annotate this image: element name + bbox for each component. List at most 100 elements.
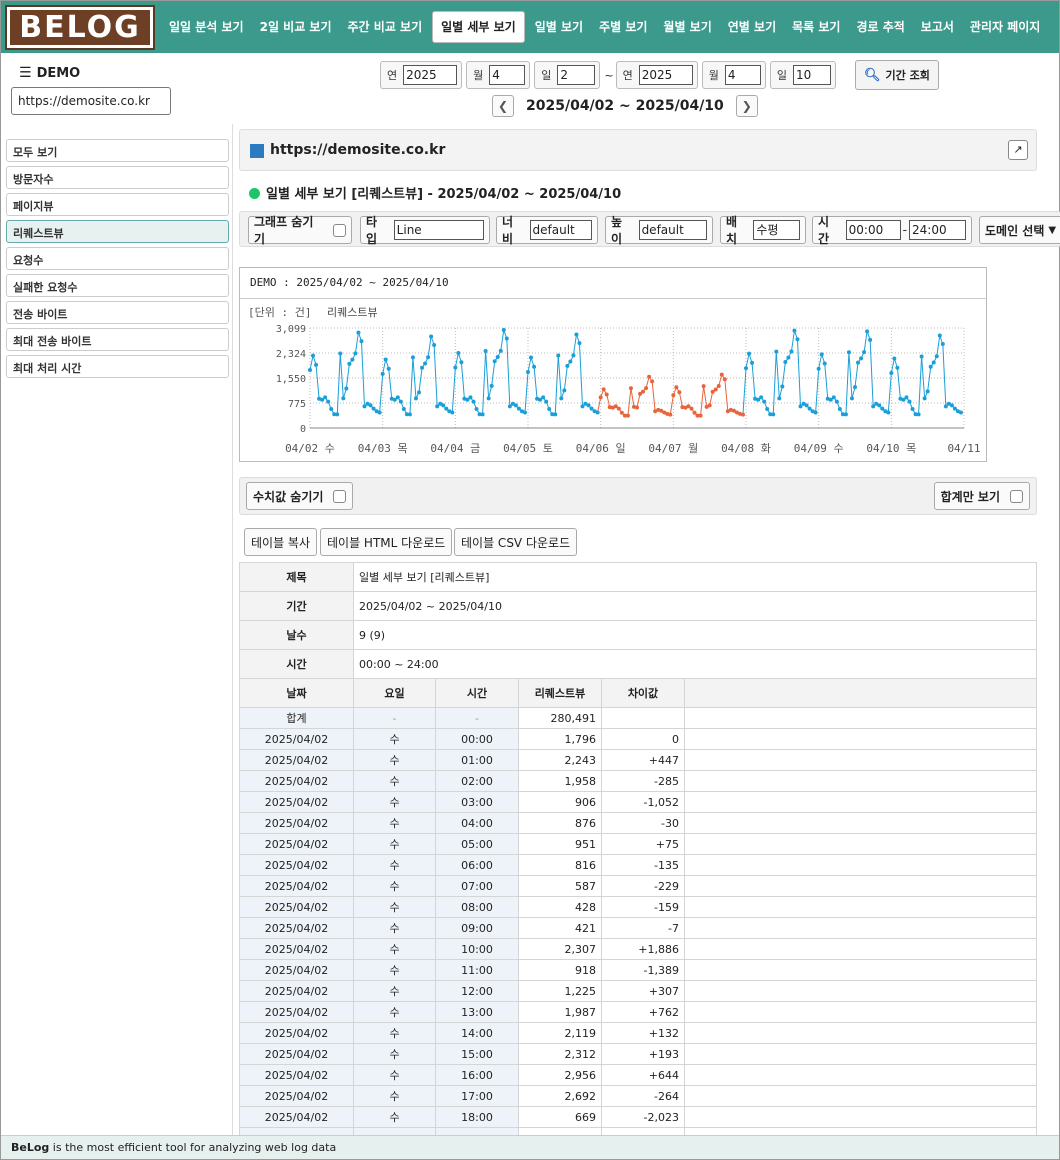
column-header[interactable]: 시간 [435,678,519,708]
data-point[interactable] [641,389,646,394]
data-point[interactable] [783,359,788,364]
data-point[interactable] [807,406,812,411]
data-point[interactable] [698,413,703,418]
data-point[interactable] [580,404,585,409]
data-point[interactable] [774,349,779,354]
data-point[interactable] [420,365,425,370]
data-point[interactable] [501,328,506,333]
data-point[interactable] [747,351,752,356]
type-input[interactable]: Line [393,220,484,240]
data-point[interactable] [359,339,364,344]
hide-values-toggle[interactable]: 수치값 숨기기 [246,482,354,510]
data-point[interactable] [671,393,676,398]
data-point[interactable] [353,351,358,356]
data-point[interactable] [877,403,882,408]
hide-values-checkbox[interactable] [333,489,347,503]
data-point[interactable] [556,353,561,358]
data-point[interactable] [495,355,500,360]
data-point[interactable] [308,368,312,373]
sidebar-item-2[interactable]: 페이지뷰 [6,193,229,216]
data-point[interactable] [786,355,791,360]
data-point[interactable] [347,361,352,366]
data-point[interactable] [362,404,367,409]
to-year-input[interactable]: 2025 [638,65,693,85]
nav-item-7[interactable]: 연별 보기 [720,12,784,42]
data-point[interactable] [450,410,455,415]
data-point[interactable] [635,405,639,410]
column-header[interactable]: 요일 [353,678,436,708]
site-url-select[interactable]: https://demosite.co.kr [11,87,171,115]
data-point[interactable] [547,407,552,412]
data-point[interactable] [338,351,343,356]
data-point[interactable] [395,395,400,400]
data-point[interactable] [429,334,434,339]
open-external-button[interactable]: ↗ [1008,140,1028,160]
data-point[interactable] [862,350,867,355]
from-day-input[interactable]: 2 [557,65,596,85]
nav-item-8[interactable]: 목록 보기 [784,12,848,42]
data-point[interactable] [513,403,518,408]
sidebar-item-1[interactable]: 방문자수 [6,166,229,189]
data-point[interactable] [468,395,473,400]
data-point[interactable] [526,369,530,374]
data-point[interactable] [356,330,361,335]
nav-item-2[interactable]: 주간 비교 보기 [340,12,431,42]
data-point[interactable] [892,356,897,361]
data-point[interactable] [816,366,821,371]
height-input[interactable]: default [638,220,707,240]
data-point[interactable] [407,412,412,417]
data-point[interactable] [401,407,406,412]
data-point[interactable] [541,395,546,400]
data-point[interactable] [435,404,440,409]
data-point[interactable] [326,399,331,404]
data-point[interactable] [958,410,963,415]
column-header[interactable]: 차이값 [601,678,685,708]
nav-item-0[interactable]: 일일 분석 보기 [161,12,252,42]
data-point[interactable] [410,355,415,360]
column-header[interactable]: 리퀘스트뷰 [518,678,602,708]
data-point[interactable] [647,374,652,379]
data-point[interactable] [789,349,794,354]
period-search-button[interactable]: 🔍︎ 기간 조회 [855,60,939,90]
data-point[interactable] [880,406,885,411]
data-point[interactable] [574,332,579,337]
data-point[interactable] [386,366,391,371]
nav-item-4[interactable]: 일별 보기 [527,12,591,42]
width-input[interactable]: default [529,220,592,240]
data-point[interactable] [335,412,340,417]
download-html-button[interactable]: 테이블 HTML 다운로드 [320,528,453,556]
data-point[interactable] [459,360,464,365]
data-point[interactable] [813,410,818,415]
data-point[interactable] [423,361,428,366]
data-point[interactable] [759,395,764,400]
from-month-input[interactable]: 4 [489,65,526,85]
total-only-checkbox[interactable] [1010,489,1023,503]
hide-graph-checkbox[interactable] [333,223,346,237]
data-point[interactable] [589,406,594,411]
data-point[interactable] [619,410,624,415]
data-point[interactable] [480,412,485,417]
data-point[interactable] [380,371,385,376]
data-point[interactable] [765,407,770,412]
data-point[interactable] [544,399,549,404]
data-point[interactable] [834,399,839,404]
data-point[interactable] [413,396,418,401]
data-point[interactable] [677,390,682,395]
data-point[interactable] [628,386,633,391]
time-from-input[interactable]: 00:00 [845,220,901,240]
data-point[interactable] [492,359,497,364]
data-point[interactable] [644,386,649,391]
time-to-input[interactable]: 24:00 [909,220,966,240]
belog-logo[interactable]: BELOG [5,5,155,50]
site-selector[interactable]: ☰ DEMO [19,65,80,81]
data-point[interactable] [559,396,564,401]
sidebar-item-4[interactable]: 요청수 [6,247,229,270]
data-point[interactable] [489,383,494,388]
data-point[interactable] [498,348,503,353]
data-point[interactable] [504,336,509,341]
copy-table-button[interactable]: 테이블 복사 [244,528,318,556]
data-point[interactable] [329,407,334,412]
data-point[interactable] [571,353,576,358]
data-point[interactable] [792,328,797,333]
data-point[interactable] [849,396,854,401]
